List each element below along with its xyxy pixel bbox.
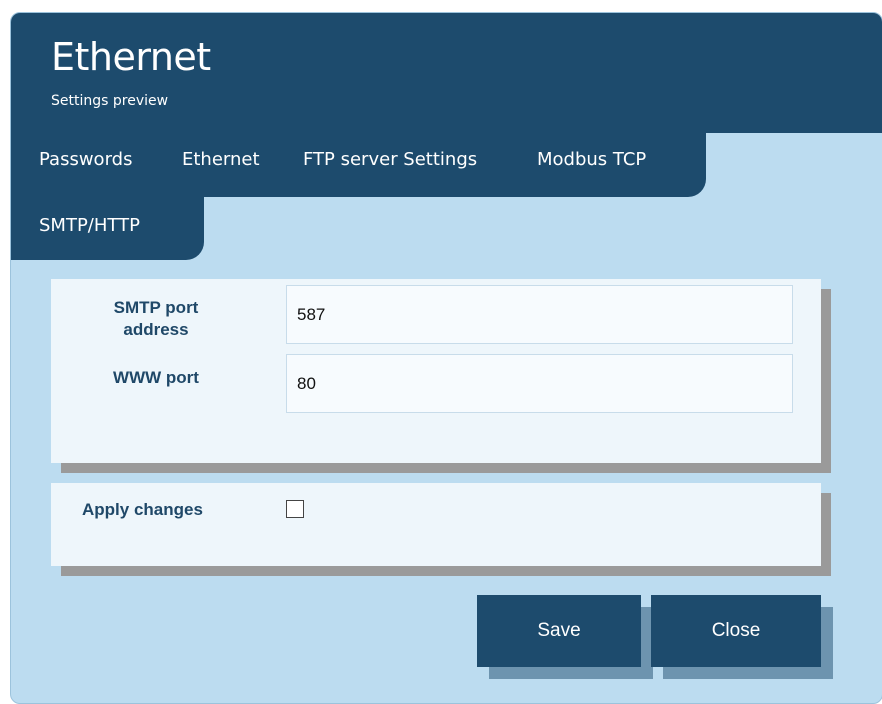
tab-ethernet[interactable]: Ethernet [182,149,260,170]
close-button[interactable]: Close [651,595,821,667]
dialog-title: Ethernet [51,35,211,79]
www-port-label: WWW port [113,368,199,387]
settings-dialog: Ethernet Settings preview Passwords Ethe… [10,12,882,704]
port-settings-panel: SMTP port address WWW port [51,279,821,463]
apply-changes-label: Apply changes [82,500,203,519]
tab-passwords[interactable]: Passwords [39,149,132,170]
dialog-header: Ethernet Settings preview [11,13,882,133]
tab-bar-row-1: Passwords Ethernet FTP server Settings M… [11,131,706,197]
dialog-subtitle: Settings preview [51,93,169,109]
smtp-port-label: SMTP port address [91,297,221,341]
tab-ftp-server-settings[interactable]: FTP server Settings [303,149,477,170]
tab-modbus-tcp[interactable]: Modbus TCP [537,149,646,170]
tab-bar-row-2: SMTP/HTTP [11,195,204,260]
smtp-port-input[interactable] [286,285,793,344]
apply-panel: Apply changes [51,483,821,566]
apply-changes-checkbox[interactable] [286,500,304,518]
smtp-port-label-line2: address [123,320,189,339]
smtp-port-label-line1: SMTP port [113,298,199,317]
save-button[interactable]: Save [477,595,641,667]
www-port-input[interactable] [286,354,793,413]
tab-smtp-http[interactable]: SMTP/HTTP [39,215,140,236]
